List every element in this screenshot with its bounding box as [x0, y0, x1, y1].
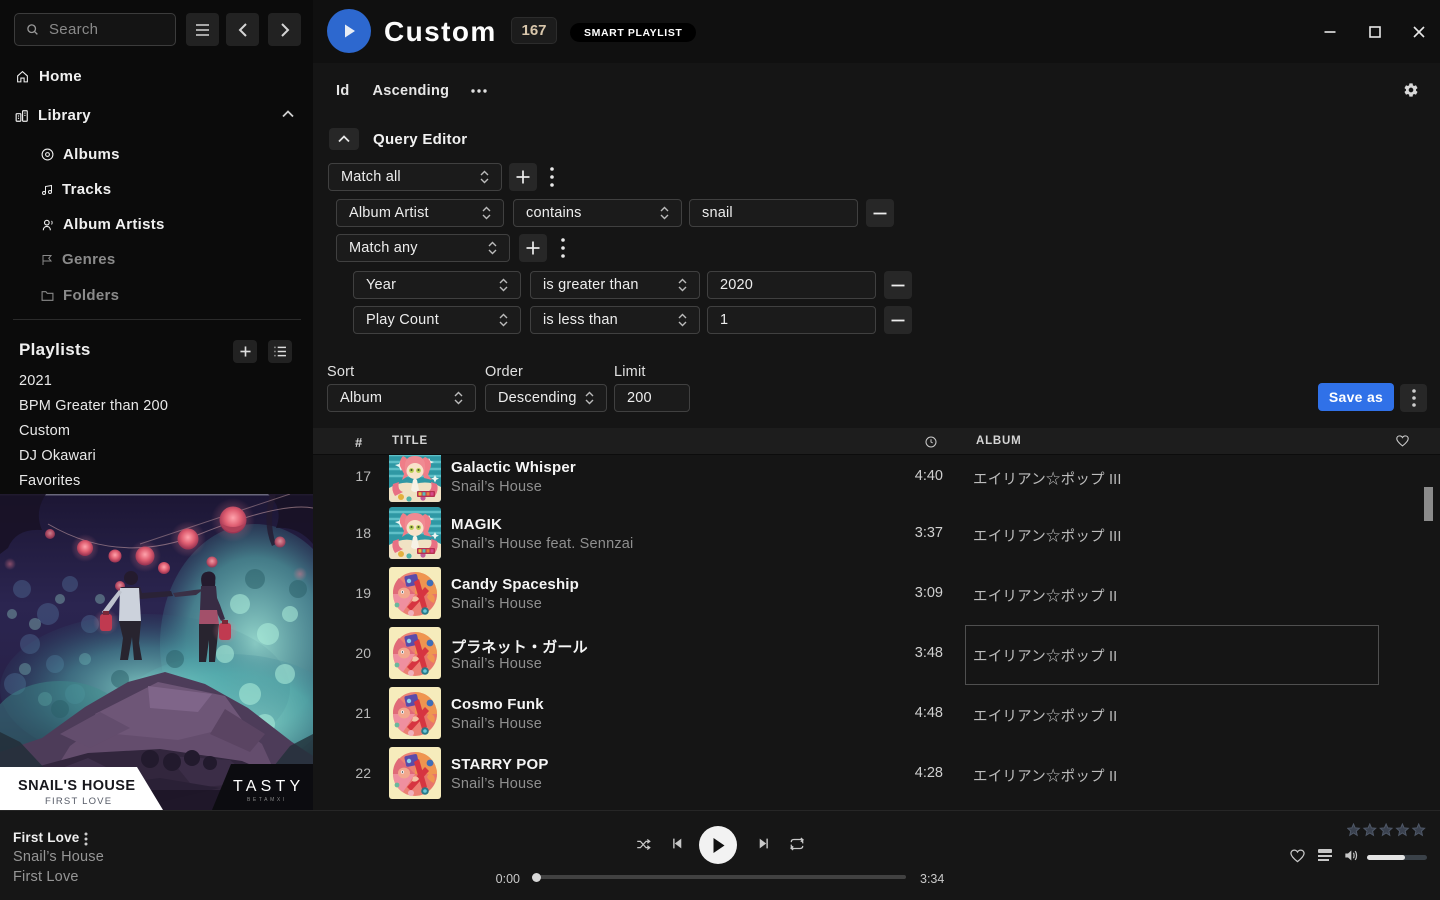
svg-text:SNAIL'S HOUSE: SNAIL'S HOUSE [18, 778, 135, 794]
svg-text:TASTY: TASTY [233, 778, 304, 795]
svg-text:FIRST LOVE: FIRST LOVE [45, 796, 112, 807]
svg-text:BETAMXI: BETAMXI [247, 797, 287, 803]
